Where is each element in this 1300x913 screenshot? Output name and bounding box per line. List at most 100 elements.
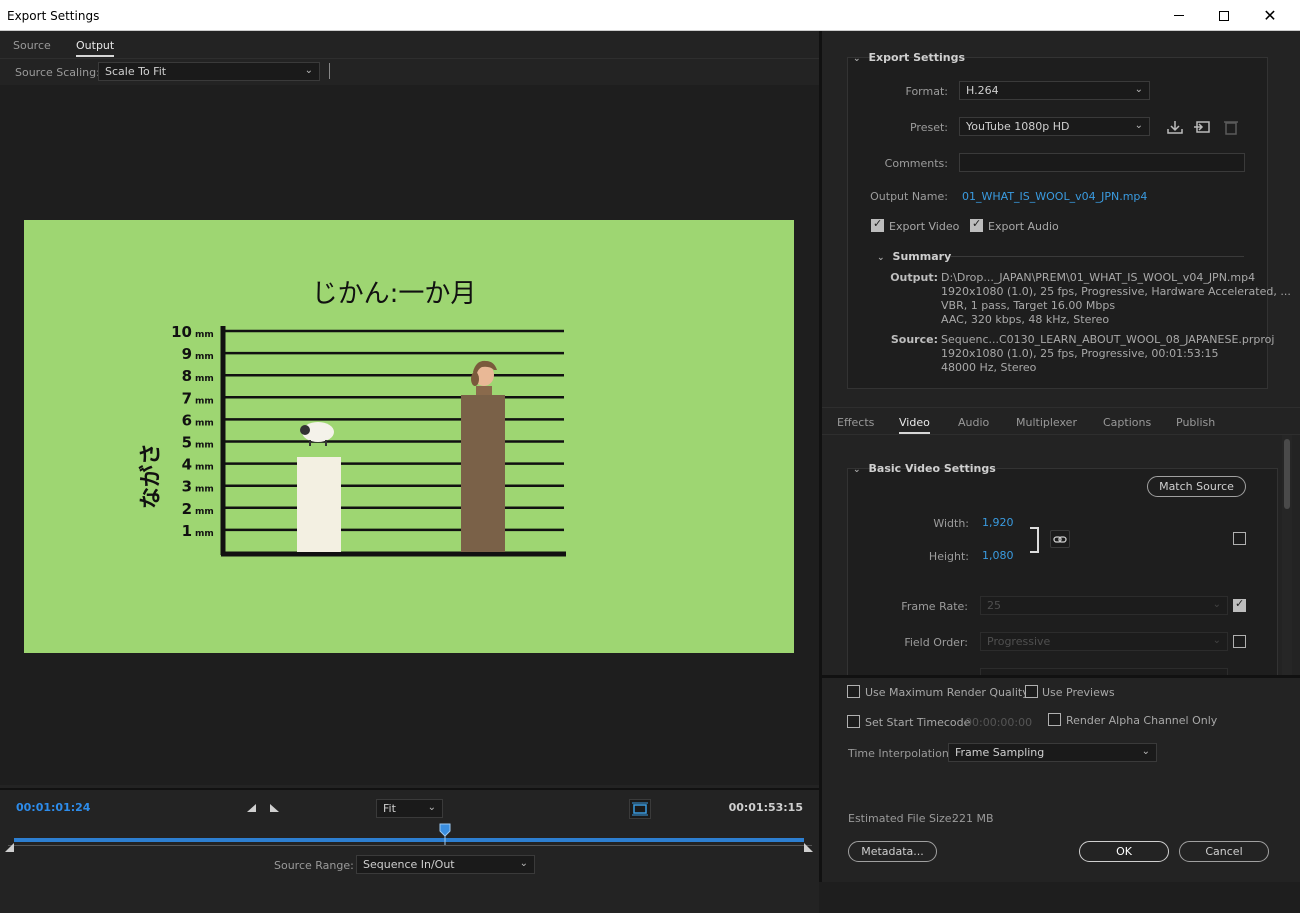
gridlines [223, 329, 564, 532]
minimize-icon [1174, 15, 1184, 16]
export-audio-checkbox[interactable] [970, 217, 983, 232]
aspect-toggle-button[interactable] [629, 799, 651, 819]
ok-button[interactable]: OK [1079, 841, 1169, 862]
cancel-button[interactable]: Cancel [1179, 841, 1269, 862]
title-bar: Export Settings ✕ [0, 0, 1300, 31]
field-order-checkbox[interactable] [1233, 635, 1246, 648]
close-button[interactable]: ✕ [1247, 0, 1293, 31]
match-source-button[interactable]: Match Source [1147, 476, 1246, 497]
source-scaling-row: Source Scaling: Scale To Fit ⌄ [0, 60, 819, 84]
field-order-dropdown[interactable]: Progressive ⌄ [980, 632, 1228, 651]
summary-source-lines: Sequenc...C0130_LEARN_ABOUT_WOOL_08_JAPA… [941, 333, 1274, 375]
mark-out-button[interactable] [268, 802, 280, 814]
use-previews-checkbox[interactable] [1025, 685, 1038, 698]
summary-output-key: Output: [890, 271, 938, 284]
tab-publish[interactable]: Publish [1176, 416, 1215, 429]
source-scaling-dropdown[interactable]: Scale To Fit ⌄ [98, 62, 320, 81]
export-settings-heading[interactable]: ⌄ Export Settings [853, 51, 965, 64]
chevron-down-icon: ⌄ [1134, 120, 1143, 131]
out-point-handle[interactable] [804, 843, 813, 852]
chevron-down-icon: ⌄ [853, 54, 861, 64]
divider [329, 63, 330, 79]
tick-label: 6 [182, 411, 192, 429]
time-interpolation-label: Time Interpolation: [848, 747, 953, 760]
tab-output[interactable]: Output [76, 39, 115, 57]
frame-rate-dropdown[interactable]: 25 ⌄ [980, 596, 1228, 615]
start-timecode-checkbox[interactable] [847, 715, 860, 728]
summary-source-key: Source: [890, 333, 938, 346]
delete-preset-button[interactable] [1222, 119, 1240, 135]
comments-input[interactable] [959, 153, 1245, 172]
minimize-button[interactable] [1156, 0, 1202, 31]
tab-captions[interactable]: Captions [1103, 416, 1151, 429]
max-render-quality-checkbox[interactable] [847, 685, 860, 698]
scrub-track[interactable] [14, 838, 804, 842]
tick-unit: mm [195, 485, 214, 495]
tab-multiplexer[interactable]: Multiplexer [1016, 416, 1077, 429]
tab-audio[interactable]: Audio [958, 416, 989, 429]
summary-output-line: VBR, 1 pass, Target 16.00 Mbps [941, 299, 1116, 312]
import-preset-button[interactable] [1193, 119, 1211, 135]
zoom-dropdown[interactable]: Fit ⌄ [376, 799, 443, 818]
mark-in-button[interactable] [246, 802, 258, 814]
basic-video-heading[interactable]: ⌄ Basic Video Settings [853, 462, 996, 475]
maximize-button[interactable] [1201, 0, 1247, 31]
wool-bar [297, 457, 341, 552]
mark-out-icon [270, 804, 279, 812]
girl-icon [471, 360, 497, 395]
output-name-label: Output Name: [870, 190, 948, 203]
tick-unit: mm [195, 507, 214, 517]
settings-scrollbar[interactable] [1282, 435, 1292, 675]
tick-unit: mm [195, 441, 214, 451]
scrub-baseline [8, 845, 812, 846]
settings-panel: ⌄ Export Settings Format: H.264 ⌄ Preset:… [822, 31, 1300, 882]
height-value[interactable]: 1,080 [982, 549, 1014, 562]
preview-frame: じかん:一か月 ながさ 10 mm 9 mm 8 mm 7 mm 6 mm 5 mm 4 mm 3 mm 2 mm… [24, 220, 794, 653]
preview-graphic: じかん:一か月 ながさ 10 mm9 mm8 mm7 mm6 mm5 mm4 mm3 mm2 mm… [138, 279, 566, 557]
preset-label: Preset: [909, 121, 948, 134]
summary-output-line: 1920x1080 (1.0), 25 fps, Progressive, Ha… [941, 285, 1291, 298]
chevron-down-icon: ⌄ [519, 858, 528, 869]
summary-title: Summary [892, 250, 952, 263]
tab-video[interactable]: Video [899, 416, 930, 434]
format-dropdown[interactable]: H.264 ⌄ [959, 81, 1150, 100]
tick-label: 9 [182, 345, 192, 363]
source-range-dropdown[interactable]: Sequence In/Out ⌄ [356, 855, 535, 874]
scroll-thumb[interactable] [1284, 439, 1290, 509]
output-name-link[interactable]: 01_WHAT_IS_WOOL_v04_JPN.mp4 [962, 190, 1147, 203]
tab-source[interactable]: Source [13, 39, 51, 52]
tick-unit: mm [195, 330, 214, 340]
preview-tabs: Source Output [0, 31, 819, 59]
chevron-down-icon: ⌄ [1141, 746, 1150, 757]
tick-label: 10 [171, 323, 192, 341]
tick-unit: mm [195, 418, 214, 428]
match-dimensions-checkbox[interactable] [1233, 532, 1246, 545]
hair-bar [461, 395, 505, 552]
summary-output-lines: D:\Drop..._JAPAN\PREM\01_WHAT_IS_WOOL_v0… [941, 271, 1291, 327]
in-timecode[interactable]: 00:01:01:24 [16, 801, 90, 814]
summary-output-line: AAC, 320 kbps, 48 kHz, Stereo [941, 313, 1110, 326]
in-point-handle[interactable] [5, 843, 14, 852]
time-interpolation-dropdown[interactable]: Frame Sampling ⌄ [948, 743, 1157, 762]
frame-rate-checkbox[interactable] [1233, 597, 1246, 612]
playhead[interactable] [439, 823, 451, 845]
width-value[interactable]: 1,920 [982, 516, 1014, 529]
tab-effects[interactable]: Effects [837, 416, 874, 429]
render-alpha-checkbox[interactable] [1048, 713, 1061, 726]
export-audio-label: Export Audio [988, 220, 1059, 233]
width-label: Width: [933, 517, 969, 530]
file-size-value: 221 MB [952, 812, 994, 825]
constrain-proportions-button[interactable] [1050, 530, 1070, 548]
summary-heading[interactable]: ⌄ Summary [877, 250, 951, 263]
source-range-label: Source Range: [274, 859, 354, 872]
chevron-down-icon: ⌄ [1212, 635, 1221, 646]
tick-label: 7 [182, 389, 192, 407]
chevron-down-icon: ⌄ [427, 802, 436, 813]
export-video-checkbox[interactable] [871, 217, 884, 232]
save-preset-button[interactable] [1166, 119, 1184, 135]
summary-source-line: 1920x1080 (1.0), 25 fps, Progressive, 00… [941, 347, 1219, 360]
format-label: Format: [905, 85, 948, 98]
start-timecode-value[interactable]: 00:00:00:00 [965, 716, 1032, 729]
metadata-button[interactable]: Metadata... [848, 841, 937, 862]
preset-dropdown[interactable]: YouTube 1080p HD ⌄ [959, 117, 1150, 136]
